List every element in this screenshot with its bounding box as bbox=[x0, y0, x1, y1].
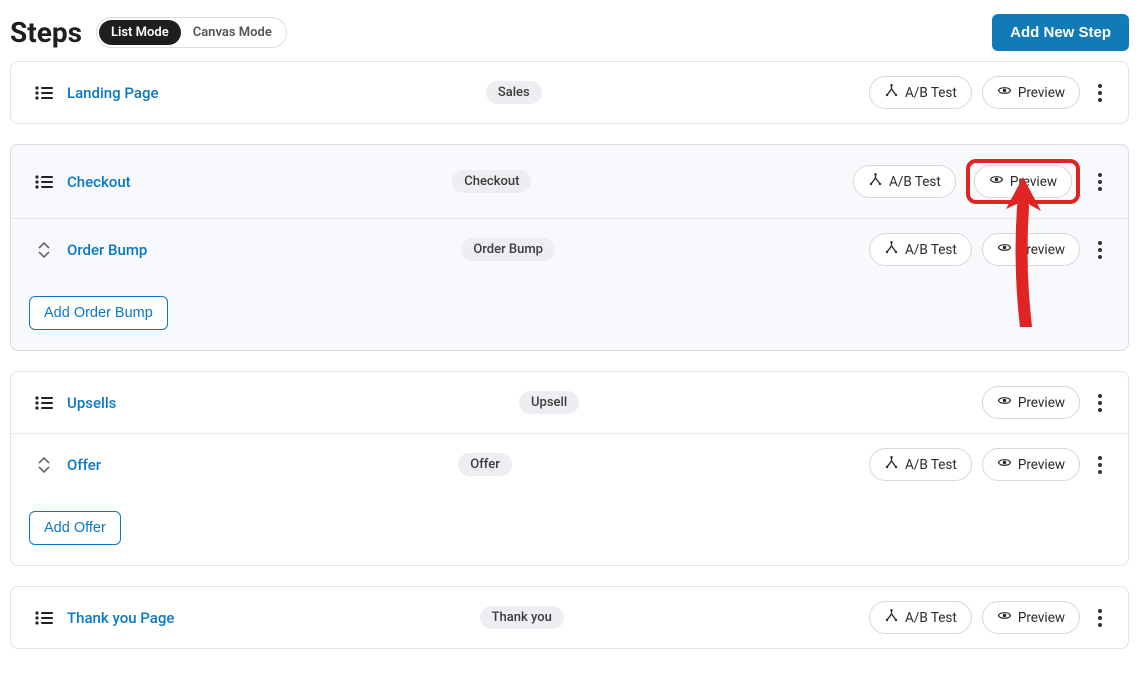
ab-test-label: A/B Test bbox=[905, 457, 957, 473]
step-group-thankyou: Thank you Page Thank you A/B Test Previe… bbox=[10, 586, 1129, 649]
eye-icon bbox=[997, 240, 1012, 259]
badge-sales: Sales bbox=[486, 81, 542, 104]
step-name-landing[interactable]: Landing Page bbox=[67, 84, 159, 102]
step-name-checkout[interactable]: Checkout bbox=[67, 173, 131, 191]
ab-test-label: A/B Test bbox=[905, 242, 957, 258]
step-name-order-bump[interactable]: Order Bump bbox=[67, 241, 147, 259]
step-row-order-bump: Order Bump Order Bump A/B Test Preview bbox=[11, 219, 1128, 280]
add-order-bump-button[interactable]: Add Order Bump bbox=[29, 296, 168, 330]
mode-toggle: List Mode Canvas Mode bbox=[96, 17, 287, 48]
more-menu-button[interactable] bbox=[1090, 237, 1110, 263]
eye-icon bbox=[997, 393, 1012, 412]
ab-test-icon bbox=[884, 455, 899, 474]
step-group-checkout: Checkout Checkout A/B Test Preview Order… bbox=[10, 144, 1129, 351]
badge-upsell: Upsell bbox=[519, 391, 579, 414]
drag-handle-icon[interactable] bbox=[29, 393, 59, 413]
preview-label: Preview bbox=[1018, 457, 1065, 473]
preview-button[interactable]: Preview bbox=[982, 448, 1080, 481]
canvas-mode-button[interactable]: Canvas Mode bbox=[181, 20, 284, 45]
preview-button[interactable]: Preview bbox=[982, 386, 1080, 419]
badge-order-bump: Order Bump bbox=[461, 238, 555, 261]
page-title: Steps bbox=[10, 16, 82, 49]
step-name-upsells[interactable]: Upsells bbox=[67, 394, 116, 412]
badge-checkout: Checkout bbox=[452, 170, 531, 193]
preview-button[interactable]: Preview bbox=[974, 165, 1072, 198]
more-menu-button[interactable] bbox=[1090, 452, 1110, 478]
preview-button[interactable]: Preview bbox=[982, 233, 1080, 266]
more-menu-button[interactable] bbox=[1090, 169, 1110, 195]
add-offer-button[interactable]: Add Offer bbox=[29, 511, 121, 545]
ab-test-icon bbox=[884, 608, 899, 627]
badge-offer: Offer bbox=[458, 453, 512, 476]
more-menu-button[interactable] bbox=[1090, 605, 1110, 631]
list-mode-button[interactable]: List Mode bbox=[99, 20, 181, 45]
step-group-upsells: Upsells Upsell Preview Offer Offer A/B T… bbox=[10, 371, 1129, 566]
ab-test-icon bbox=[884, 83, 899, 102]
ab-test-button[interactable]: A/B Test bbox=[869, 601, 972, 634]
preview-label: Preview bbox=[1018, 242, 1065, 258]
preview-label: Preview bbox=[1018, 610, 1065, 626]
reorder-handle[interactable] bbox=[29, 241, 59, 259]
ab-test-label: A/B Test bbox=[889, 174, 941, 190]
eye-icon bbox=[997, 608, 1012, 627]
preview-button[interactable]: Preview bbox=[982, 76, 1080, 109]
eye-icon bbox=[989, 172, 1004, 191]
ab-test-icon bbox=[884, 240, 899, 259]
preview-label: Preview bbox=[1018, 85, 1065, 101]
badge-thankyou: Thank you bbox=[480, 606, 564, 629]
drag-handle-icon[interactable] bbox=[29, 83, 59, 103]
ab-test-label: A/B Test bbox=[905, 85, 957, 101]
step-name-thankyou[interactable]: Thank you Page bbox=[67, 609, 174, 627]
reorder-handle[interactable] bbox=[29, 456, 59, 474]
step-row-landing: Landing Page Sales A/B Test Preview bbox=[11, 62, 1128, 123]
more-menu-button[interactable] bbox=[1090, 390, 1110, 416]
ab-test-button[interactable]: A/B Test bbox=[869, 76, 972, 109]
eye-icon bbox=[997, 83, 1012, 102]
ab-test-icon bbox=[868, 172, 883, 191]
drag-handle-icon[interactable] bbox=[29, 608, 59, 628]
add-new-step-button[interactable]: Add New Step bbox=[992, 14, 1129, 51]
step-group-landing: Landing Page Sales A/B Test Preview bbox=[10, 61, 1129, 124]
ab-test-button[interactable]: A/B Test bbox=[869, 233, 972, 266]
step-name-offer[interactable]: Offer bbox=[67, 456, 101, 474]
ab-test-button[interactable]: A/B Test bbox=[869, 448, 972, 481]
preview-button[interactable]: Preview bbox=[982, 601, 1080, 634]
drag-handle-icon[interactable] bbox=[29, 172, 59, 192]
preview-label: Preview bbox=[1018, 395, 1065, 411]
more-menu-button[interactable] bbox=[1090, 80, 1110, 106]
preview-callout: Preview bbox=[966, 159, 1080, 204]
ab-test-button[interactable]: A/B Test bbox=[853, 165, 956, 198]
step-row-upsells: Upsells Upsell Preview bbox=[11, 372, 1128, 434]
eye-icon bbox=[997, 455, 1012, 474]
step-row-checkout: Checkout Checkout A/B Test Preview bbox=[11, 145, 1128, 219]
ab-test-label: A/B Test bbox=[905, 610, 957, 626]
step-row-offer: Offer Offer A/B Test Preview bbox=[11, 434, 1128, 495]
preview-label: Preview bbox=[1010, 174, 1057, 190]
